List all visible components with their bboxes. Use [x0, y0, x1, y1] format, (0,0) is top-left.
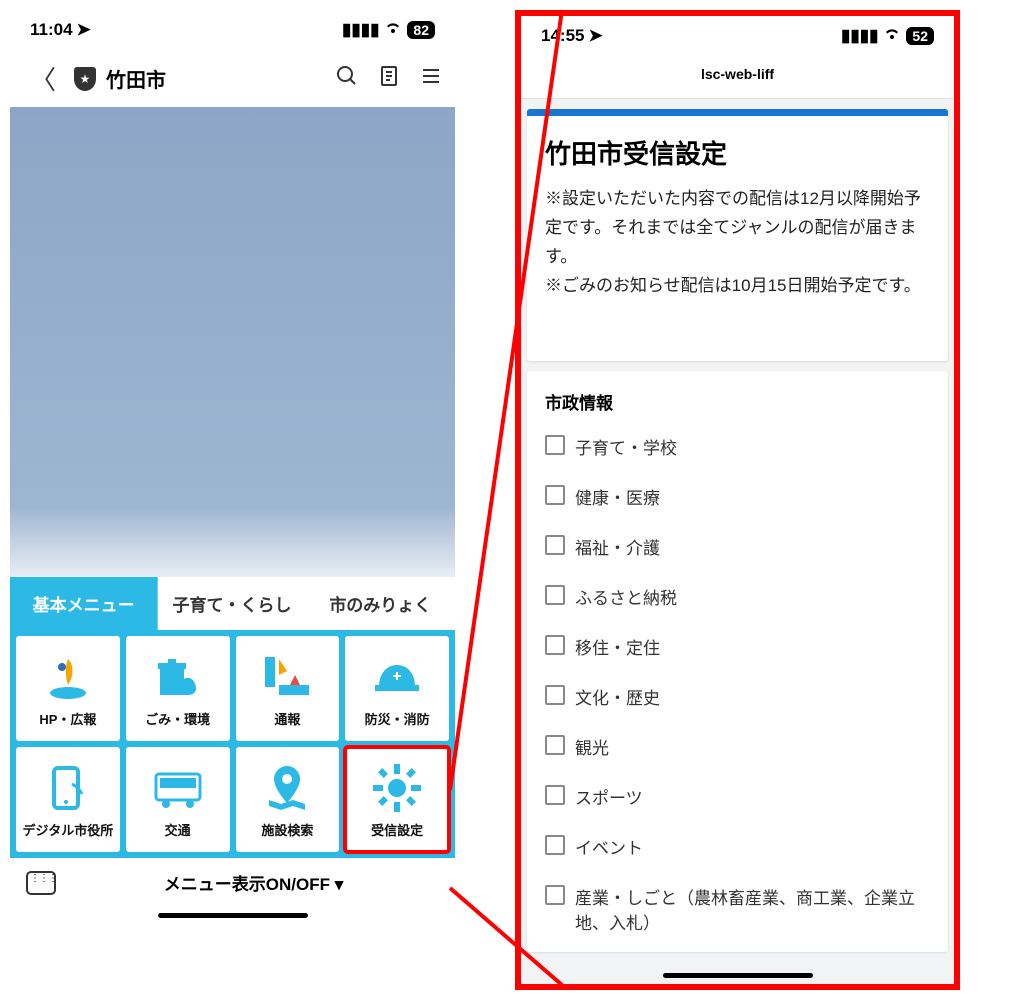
signal-icon: ▮▮▮▮: [342, 20, 379, 40]
checkbox-row[interactable]: 健康・医療: [545, 484, 930, 509]
gear-icon: [369, 760, 425, 816]
checkbox-icon[interactable]: [545, 735, 565, 755]
wifi-icon: [384, 20, 402, 40]
tab-kosodate[interactable]: 子育て・くらし: [158, 577, 306, 630]
tile-shisetsu[interactable]: 施設検索: [236, 747, 340, 852]
menu-toggle[interactable]: メニュー表示ON/OFF ▾: [68, 870, 439, 895]
helmet-icon: [369, 649, 425, 705]
category-section: 市政情報 子育て・学校健康・医療福祉・介護ふるさと納税移住・定住文化・歴史観光ス…: [527, 371, 948, 952]
checkbox-row[interactable]: 観光: [545, 734, 930, 759]
checkbox-icon[interactable]: [545, 635, 565, 655]
status-time: 11:04: [30, 20, 73, 40]
status-bar-right: 14:55 ➤ ▮▮▮▮ 52: [521, 16, 954, 56]
bus-icon: [150, 760, 206, 816]
checkbox-row[interactable]: ふるさと納税: [545, 584, 930, 609]
tile-koutsu[interactable]: 交通: [126, 747, 230, 852]
checkbox-icon[interactable]: [545, 535, 565, 555]
checkbox-row[interactable]: 文化・歴史: [545, 684, 930, 709]
settings-description: ※設定いただいた内容での配信は12月以降開始予定です。それまでは全てジャンルの配…: [545, 185, 930, 301]
checkbox-row[interactable]: 子育て・学校: [545, 434, 930, 459]
battery-badge: 82: [407, 21, 435, 39]
checkbox-icon[interactable]: [545, 435, 565, 455]
checkbox-label: 福祉・介護: [575, 534, 660, 559]
search-icon[interactable]: [335, 64, 359, 94]
report-icon: [259, 649, 315, 705]
back-button[interactable]: 〈: [22, 56, 64, 101]
checkbox-label: 子育て・学校: [575, 434, 677, 459]
checkbox-row[interactable]: 移住・定住: [545, 634, 930, 659]
checkbox-label: 健康・医療: [575, 484, 660, 509]
home-indicator: [158, 913, 308, 918]
checkbox-label: 産業・しごと（農林畜産業、商工業、企業立地、入札）: [575, 884, 930, 934]
checkbox-label: イベント: [575, 834, 643, 859]
checkbox-label: ふるさと納税: [575, 584, 677, 609]
status-bar-left: 11:04 ➤ ▮▮▮▮ 82: [10, 10, 455, 50]
status-time: 14:55: [541, 26, 584, 46]
location-arrow-icon: ➤: [77, 20, 91, 40]
home-indicator: [663, 973, 813, 978]
tile-report[interactable]: 通報: [236, 636, 340, 741]
checkbox-label: スポーツ: [575, 784, 643, 809]
header-bar: 〈 ★ 竹田市: [10, 50, 455, 107]
background-image: [10, 107, 455, 577]
settings-title: 竹田市受信設定: [545, 134, 930, 171]
hamburger-icon[interactable]: [419, 64, 443, 94]
shield-icon: ★: [74, 67, 96, 91]
header-title: 竹田市: [106, 64, 325, 93]
checkbox-icon[interactable]: [545, 685, 565, 705]
checkbox-icon[interactable]: [545, 835, 565, 855]
tile-hp-koho[interactable]: HP・広報: [16, 636, 120, 741]
checkbox-label: 移住・定住: [575, 634, 660, 659]
checkbox-row[interactable]: スポーツ: [545, 784, 930, 809]
checkbox-icon[interactable]: [545, 785, 565, 805]
tile-bousai[interactable]: 防災・消防: [345, 636, 449, 741]
tile-gomi[interactable]: ごみ・環境: [126, 636, 230, 741]
keyboard-icon[interactable]: [26, 871, 56, 895]
pin-icon: [259, 760, 315, 816]
checkbox-icon[interactable]: [545, 485, 565, 505]
phone-left: 11:04 ➤ ▮▮▮▮ 82 〈 ★ 竹田市: [10, 10, 455, 950]
tab-basic-menu[interactable]: 基本メニュー: [10, 577, 158, 630]
document-icon[interactable]: [377, 64, 401, 94]
checkbox-icon[interactable]: [545, 885, 565, 905]
checkbox-row[interactable]: イベント: [545, 834, 930, 859]
tab-miryoku[interactable]: 市のみりょく: [307, 577, 455, 630]
logo-icon: [40, 649, 96, 705]
checkbox-label: 観光: [575, 734, 609, 759]
wifi-icon: [883, 26, 901, 46]
checkbox-icon[interactable]: [545, 585, 565, 605]
bottom-bar: メニュー表示ON/OFF ▾: [10, 858, 455, 907]
checklist: 子育て・学校健康・医療福祉・介護ふるさと納税移住・定住文化・歴史観光スポーツイベ…: [545, 434, 930, 934]
location-arrow-icon: ➤: [588, 26, 602, 46]
trash-icon: [150, 649, 206, 705]
checkbox-label: 文化・歴史: [575, 684, 660, 709]
checkbox-row[interactable]: 福祉・介護: [545, 534, 930, 559]
menu-grid: HP・広報 ごみ・環境 通報: [10, 630, 455, 858]
battery-badge: 52: [906, 27, 934, 45]
tabs-row: 基本メニュー 子育て・くらし 市のみりょく: [10, 577, 455, 630]
web-page-title: lsc-web-liff: [521, 56, 954, 99]
section-title: 市政情報: [545, 389, 930, 414]
signal-icon: ▮▮▮▮: [841, 26, 878, 46]
checkbox-row[interactable]: 産業・しごと（農林畜産業、商工業、企業立地、入札）: [545, 884, 930, 934]
mobile-icon: [40, 760, 96, 816]
settings-header-card: 竹田市受信設定 ※設定いただいた内容での配信は12月以降開始予定です。それまでは…: [527, 109, 948, 361]
tile-digital[interactable]: デジタル市役所: [16, 747, 120, 852]
phone-right: 14:55 ➤ ▮▮▮▮ 52 lsc-web-liff 竹田市受信設定 ※設定…: [515, 10, 960, 990]
tile-jushin-settei[interactable]: 受信設定: [345, 747, 449, 852]
